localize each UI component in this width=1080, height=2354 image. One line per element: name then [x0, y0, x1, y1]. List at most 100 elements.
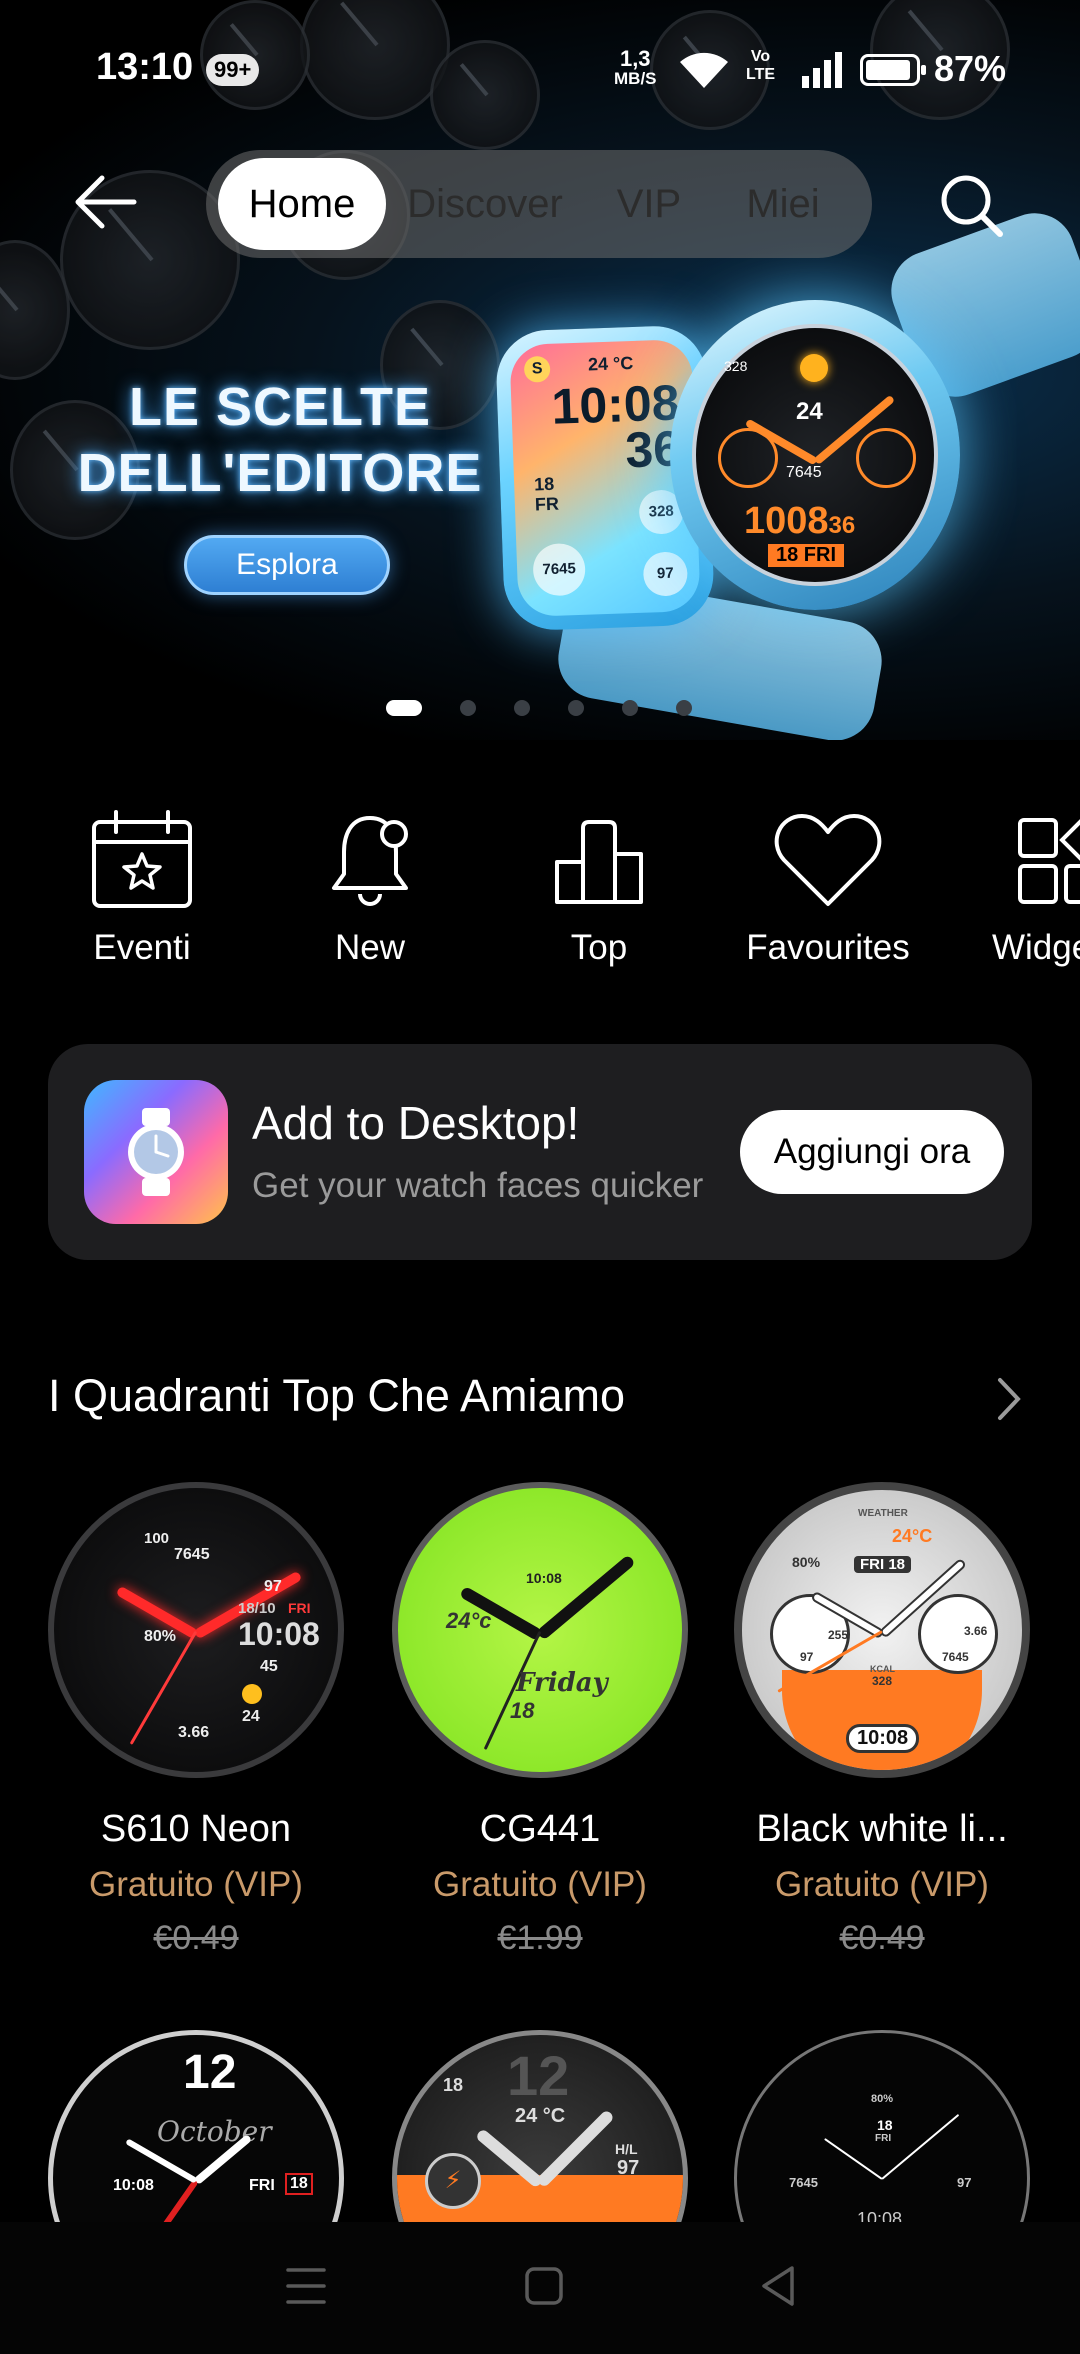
- signal-icon: [802, 52, 842, 88]
- carousel-dot[interactable]: [676, 700, 692, 716]
- category-eventi[interactable]: Eventi: [52, 810, 232, 968]
- chevron-right-icon[interactable]: [994, 1374, 1024, 1424]
- category-label: Widge: [992, 928, 1080, 967]
- home-icon[interactable]: [524, 2264, 564, 2308]
- alert-triangle-icon: ⚡: [425, 2153, 481, 2209]
- category-favourites[interactable]: Favourites: [738, 810, 918, 968]
- dial-kcal-value: 328: [872, 1674, 893, 1688]
- add-to-desktop-card: Add to Desktop! Get your watch faces qui…: [48, 1044, 1032, 1260]
- dial-month: October: [157, 2115, 272, 2148]
- dial-time: 10:08: [113, 2177, 154, 2194]
- watch-badge: S: [523, 355, 551, 383]
- dial-date: 18: [285, 2173, 313, 2195]
- status-time: 13:10: [96, 46, 194, 88]
- status-bar: 13:10 99+ 1,3 MB/S Vo LTE 87%: [0, 40, 1080, 100]
- dial-day: FRI: [875, 2133, 892, 2144]
- carousel-indicator: [0, 698, 1080, 718]
- subdial-ring: [856, 428, 916, 488]
- dial-date: FRI 18: [854, 1556, 912, 1573]
- hero-banner[interactable]: LE SCELTE DELL'EDITORE Esplora 24 °C S 1…: [0, 0, 1080, 740]
- explore-button[interactable]: Esplora: [184, 535, 390, 595]
- section-title: I Quadranti Top Che Amiamo: [48, 1370, 625, 1421]
- dial-steps: 7645: [789, 2175, 818, 2190]
- dial-97: 97: [957, 2175, 972, 2190]
- carousel-dot[interactable]: [514, 700, 530, 716]
- dial-45: 45: [260, 1658, 278, 1675]
- watchface-card-cg441[interactable]: 10:08 24°c Friday 18 CG441 Gratuito (VIP…: [380, 1482, 700, 1958]
- calendar-star-icon: [92, 810, 192, 908]
- dial-hl: H/L: [615, 2141, 638, 2157]
- category-row: Eventi New Top Favourites Widge: [0, 810, 1080, 990]
- dial-date: 18: [877, 2117, 893, 2133]
- category-top[interactable]: Top: [509, 810, 689, 968]
- system-nav-bar: [0, 2222, 1080, 2354]
- banner-title: LE SCELTE DELL'EDITORE: [77, 377, 483, 503]
- watchface-preview: WEATHER 24°C 80% FRI 18 255 97 3.66 7645…: [734, 1482, 1030, 1778]
- top-tab-bar: Home Discover VIP Miei: [206, 150, 872, 258]
- carousel-dot[interactable]: [622, 700, 638, 716]
- dial-temp: 24°C: [892, 1526, 933, 1546]
- category-label: New: [334, 928, 406, 967]
- watchface-name: S610 Neon: [100, 1808, 292, 1850]
- dial-date: 18/10: [238, 1600, 276, 1617]
- watch-icon: [128, 1108, 184, 1196]
- dial-time: 10:08: [846, 1724, 920, 1753]
- dial-time: 10:08: [238, 1616, 320, 1652]
- card-title: Add to Desktop!: [252, 1097, 580, 1149]
- dial-temp: 24°c: [446, 1608, 492, 1633]
- category-new[interactable]: New: [280, 810, 460, 968]
- back-arrow-icon[interactable]: [74, 170, 138, 234]
- watchface-card-s610-neon[interactable]: 7645 100 80% 18/10 FRI 10:08 97 45 24 3.…: [36, 1482, 356, 1958]
- dial-3-66: 3.66: [178, 1724, 210, 1741]
- watch-steps: 7645: [532, 542, 587, 597]
- podium-icon: [555, 820, 643, 904]
- dial-percent: 80%: [144, 1628, 177, 1645]
- dial-time: 10:08: [526, 1570, 562, 1586]
- carousel-dot[interactable]: [568, 700, 584, 716]
- dial-3-66: 3.66: [964, 1624, 988, 1638]
- watchface-price: Gratuito (VIP): [775, 1865, 989, 1904]
- menu-icon[interactable]: [286, 2264, 326, 2308]
- watchface-old-price: €1.99: [497, 1919, 583, 1957]
- tab-miei[interactable]: Miei: [718, 158, 848, 250]
- carousel-dot[interactable]: [460, 700, 476, 716]
- search-icon[interactable]: [936, 170, 1006, 240]
- sun-icon: [800, 354, 828, 382]
- dial-100: 100: [144, 1530, 170, 1547]
- dial-day: Friday: [516, 1668, 608, 1698]
- watchface-price: Gratuito (VIP): [433, 1865, 647, 1904]
- watchface-card-black-white[interactable]: WEATHER 24°C 80% FRI 18 255 97 3.66 7645…: [722, 1482, 1042, 1958]
- battery-icon: [860, 54, 926, 86]
- dial-pct: 80%: [871, 2093, 894, 2105]
- dial-pct: 80%: [792, 1554, 821, 1570]
- watch-center-value: 24: [796, 398, 823, 425]
- add-now-button[interactable]: Aggiungi ora: [740, 1110, 1004, 1194]
- battery-percent: 87%: [934, 48, 1007, 89]
- watch-steps: 7645: [786, 464, 822, 481]
- watch-time: 10:08 36: [550, 374, 682, 479]
- category-label: Top: [570, 928, 628, 967]
- hour-hand: [824, 2138, 883, 2180]
- tab-vip[interactable]: VIP: [594, 158, 704, 250]
- category-widgets[interactable]: Widge: [976, 810, 1080, 968]
- card-subtitle: Get your watch faces quicker: [252, 1166, 704, 1205]
- dial-24: 24: [242, 1708, 260, 1725]
- network-speed: 1,3 MB/S: [614, 46, 657, 88]
- watch-value2: 97: [642, 551, 689, 597]
- watchface-preview: 10:08 24°c Friday 18: [392, 1482, 688, 1778]
- minute-hand: [881, 2113, 960, 2180]
- back-icon[interactable]: [758, 2264, 798, 2308]
- watch-date: 18 FRI: [768, 544, 845, 567]
- category-label: Favourites: [746, 928, 910, 967]
- dial-weather: WEATHER: [858, 1508, 908, 1519]
- notification-badge: 99+: [206, 54, 260, 86]
- watchface-old-price: €0.49: [153, 1919, 239, 1957]
- carousel-dot-active[interactable]: [386, 700, 422, 716]
- widgets-icon: [1018, 818, 1080, 904]
- watchface-name: CG441: [479, 1808, 601, 1850]
- dial-day: FRI: [288, 1600, 311, 1616]
- tab-home[interactable]: Home: [218, 158, 386, 250]
- dial-date: 18: [443, 2075, 464, 2095]
- tab-discover[interactable]: Discover: [390, 158, 580, 250]
- dial-97: 97: [800, 1650, 814, 1664]
